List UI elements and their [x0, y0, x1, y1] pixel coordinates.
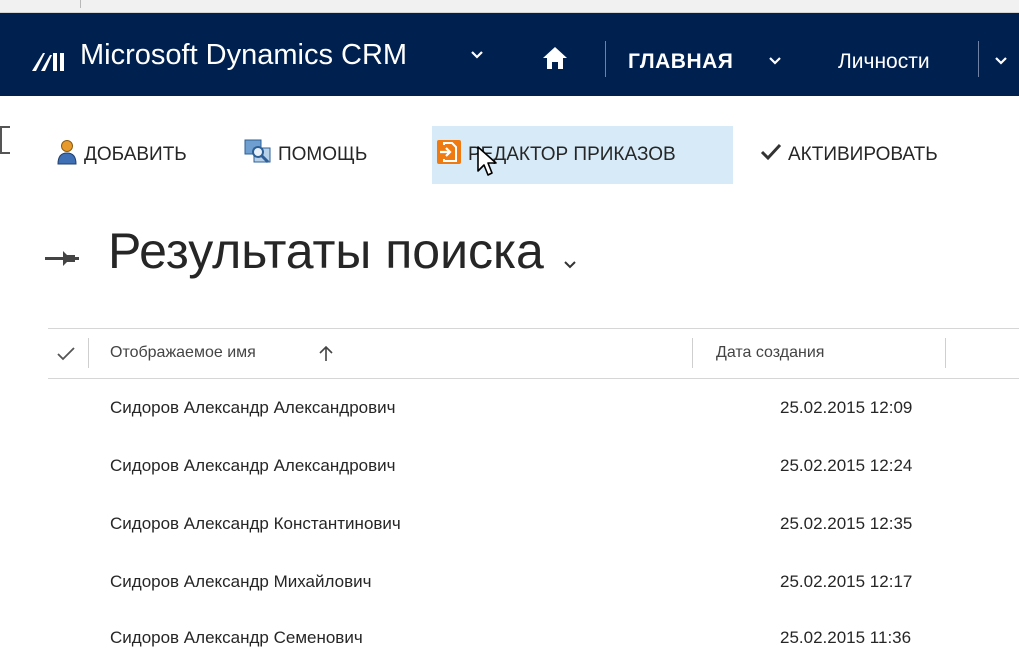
dynamics-logo-icon[interactable] [30, 50, 70, 77]
activate-button-label: АКТИВИРОВАТЬ [788, 144, 938, 165]
view-title[interactable]: Результаты поиска [108, 222, 544, 280]
more-commands-icon[interactable] [0, 126, 10, 154]
app-brand[interactable]: Microsoft Dynamics CRM [80, 39, 407, 72]
window-top-tick [80, 0, 81, 8]
command-bar: ДОБАВИТЬ ПОМОЩЬ РЕДАКТОР ПРИКАЗОВ АКТИВИ… [0, 126, 1019, 184]
nav-separator [978, 41, 979, 77]
column-separator[interactable] [692, 338, 693, 368]
column-header-display-name[interactable]: Отображаемое имя [110, 344, 256, 362]
nav-main-chevron-down-icon[interactable] [768, 53, 782, 71]
nav-main-menu[interactable]: ГЛАВНАЯ [628, 50, 733, 74]
cell-display-name[interactable]: Сидоров Александр Михайлович [110, 572, 371, 592]
table-row[interactable]: Сидоров Александр Константинович 25.02.2… [0, 498, 1019, 556]
cell-created-on: 25.02.2015 12:09 [780, 398, 913, 417]
nav-separator [605, 41, 606, 77]
cell-created-on: 25.02.2015 12:35 [780, 514, 913, 533]
select-all-checkmark-icon[interactable] [56, 346, 76, 367]
cell-created-on: 25.02.2015 11:36 [780, 628, 912, 647]
cell-created-on: 25.02.2015 12:24 [780, 456, 913, 475]
checkmark-icon [760, 142, 782, 168]
add-person-icon [56, 139, 78, 171]
nav-entity-chevron-down-icon[interactable] [994, 53, 1008, 71]
table-row[interactable]: Сидоров Александр Семенович 25.02.2015 1… [0, 612, 1019, 650]
add-button[interactable]: ДОБАВИТЬ [56, 126, 187, 184]
grid-header-border [48, 378, 1019, 379]
table-row[interactable]: Сидоров Александр Михайлович 25.02.2015 … [0, 556, 1019, 614]
nav-entity-link[interactable]: Личности [838, 50, 930, 74]
view-selector-chevron-down-icon[interactable] [563, 257, 577, 275]
help-button[interactable]: ПОМОЩЬ [244, 126, 367, 184]
mouse-cursor-icon [476, 145, 502, 184]
column-separator [88, 338, 89, 368]
cell-display-name[interactable]: Сидоров Александр Александрович [110, 456, 396, 476]
cell-display-name[interactable]: Сидоров Александр Александрович [110, 398, 396, 418]
sort-ascending-arrow-icon[interactable] [318, 345, 334, 368]
cell-display-name[interactable]: Сидоров Александр Константинович [110, 514, 401, 534]
activate-button[interactable]: АКТИВИРОВАТЬ [760, 126, 938, 184]
order-editor-icon [436, 139, 462, 171]
brand-chevron-down-icon[interactable] [470, 47, 484, 65]
grid-top-border [48, 328, 1019, 329]
help-button-label: ПОМОЩЬ [278, 144, 368, 165]
cell-display-name[interactable]: Сидоров Александр Семенович [110, 628, 363, 648]
column-separator[interactable] [945, 338, 946, 368]
help-search-icon [244, 139, 272, 171]
window-top-strip [0, 0, 1019, 13]
table-row[interactable]: Сидоров Александр Александрович 25.02.20… [0, 382, 1019, 440]
column-header-created-on[interactable]: Дата создания [716, 344, 824, 362]
home-icon[interactable] [542, 45, 568, 76]
pin-icon[interactable] [45, 250, 79, 273]
table-row[interactable]: Сидоров Александр Александрович 25.02.20… [0, 440, 1019, 498]
add-button-label: ДОБАВИТЬ [84, 144, 187, 165]
cell-created-on: 25.02.2015 12:17 [780, 572, 913, 591]
nav-bar: Microsoft Dynamics CRM ГЛАВНАЯ Личности [0, 13, 1019, 96]
